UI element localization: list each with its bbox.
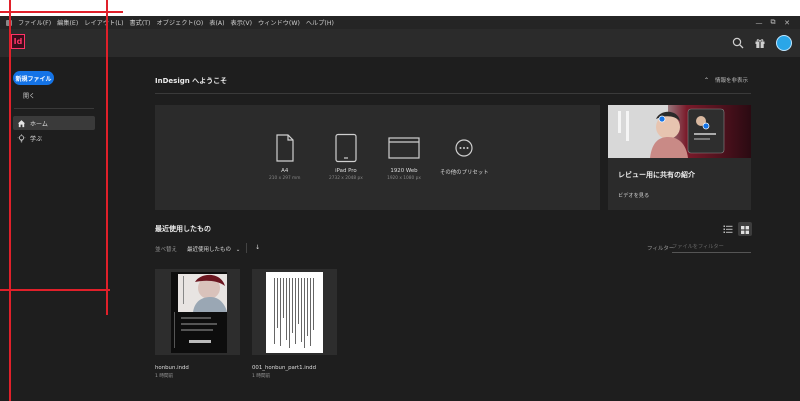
- web-icon: [388, 137, 420, 159]
- preset-panel: [155, 105, 600, 210]
- recent-section-title: 最近使用したもの: [155, 225, 211, 233]
- promo-title: レビュー用に共有の紹介: [618, 171, 695, 179]
- file-name: honbun.indd: [155, 365, 189, 371]
- menu-bar: ファイル(F) 編集(E) レイアウト(L) 書式(T) オブジェクト(O) 表…: [0, 16, 800, 29]
- annotation-line-bottom: [0, 289, 110, 291]
- file-time: 1 時間前: [155, 374, 174, 379]
- gift-icon[interactable]: [754, 37, 766, 49]
- preset-name: A4: [281, 168, 289, 174]
- new-file-button[interactable]: 新規ファイル: [13, 71, 54, 85]
- annotation-line-left: [9, 0, 11, 401]
- file-time: 1 時間前: [252, 374, 271, 379]
- grid-view-icon: [741, 226, 749, 234]
- menu-help[interactable]: ヘルプ(H): [306, 18, 334, 27]
- home-icon: [17, 119, 26, 127]
- file-thumbnail: [266, 272, 323, 353]
- file-thumbnail: [171, 272, 227, 353]
- file-card-honbun-part1[interactable]: 001_honbun_part1.indd 1 時間前: [252, 269, 337, 379]
- sidebar-item-label: 学ぶ: [30, 135, 43, 143]
- hide-info-toggle[interactable]: ⌃ 情報を非表示: [704, 76, 749, 85]
- user-avatar[interactable]: [776, 35, 792, 51]
- chevron-up-icon: ⌃: [704, 76, 710, 84]
- chevron-down-icon: ⌄: [235, 247, 241, 253]
- menu-type[interactable]: 書式(T): [129, 18, 150, 27]
- indesign-home-window: ファイル(F) 編集(E) レイアウト(L) 書式(T) オブジェクト(O) 表…: [0, 0, 800, 401]
- sort-dropdown[interactable]: 最近使用したもの ⌄: [187, 245, 240, 253]
- preset-name: その他のプリセット: [440, 170, 489, 176]
- preset-name: iPad Pro: [335, 168, 357, 174]
- indesign-logo: Id: [11, 34, 25, 49]
- preset-ipad-pro[interactable]: iPad Pro 2732 x 2048 px: [329, 133, 363, 181]
- preset-1920-web[interactable]: 1920 Web 1920 x 1080 px: [387, 133, 421, 181]
- filter-input[interactable]: [672, 242, 751, 253]
- hide-info-label: 情報を非表示: [715, 78, 749, 84]
- sort-direction-button[interactable]: ↓: [255, 244, 260, 251]
- sidebar-item-learn[interactable]: 学ぶ: [13, 131, 95, 145]
- preset-size: 210 x 297 mm: [269, 176, 301, 181]
- menu-object[interactable]: オブジェクト(O): [156, 18, 203, 27]
- minimize-button[interactable]: —: [752, 19, 766, 27]
- annotation-line-right: [106, 0, 108, 315]
- lightbulb-icon: [17, 133, 26, 142]
- file-name: 001_honbun_part1.indd: [252, 365, 317, 371]
- sort-label: 並べ替え: [155, 247, 178, 253]
- restore-button[interactable]: ⧉: [766, 18, 780, 27]
- menu-window[interactable]: ウィンドウ(W): [258, 18, 300, 27]
- tablet-icon: [335, 133, 357, 163]
- sort-value: 最近使用したもの: [187, 247, 232, 253]
- sidebar-divider: [14, 108, 94, 109]
- filter-label: フィルター: [647, 246, 675, 252]
- file-card-honbun[interactable]: honbun.indd 1 時間前: [155, 269, 240, 379]
- sidebar-item-home[interactable]: ホーム: [13, 116, 95, 130]
- preset-size: 2732 x 2048 px: [329, 176, 363, 181]
- page-title: InDesign へようこそ: [155, 77, 228, 85]
- menu-file[interactable]: ファイル(F): [18, 18, 51, 27]
- preset-size: 1920 x 1080 px: [387, 176, 421, 181]
- menu-view[interactable]: 表示(V): [231, 18, 252, 27]
- open-button[interactable]: 開く: [23, 91, 35, 100]
- close-button[interactable]: ✕: [780, 19, 794, 27]
- promo-illustration: [608, 105, 725, 158]
- grid-view-button[interactable]: [738, 222, 752, 236]
- annotation-line-top: [0, 11, 123, 13]
- more-icon: [455, 139, 473, 157]
- menu-table[interactable]: 表(A): [209, 18, 224, 27]
- watch-video-link[interactable]: ビデオを見る: [618, 192, 649, 199]
- search-icon[interactable]: [732, 37, 744, 49]
- preset-more[interactable]: その他のプリセット: [440, 133, 489, 178]
- window-controls: — ⧉ ✕: [752, 16, 794, 29]
- document-icon: [276, 134, 294, 162]
- promo-image: [608, 105, 751, 158]
- sort-divider: [246, 243, 247, 253]
- title-divider: [155, 93, 751, 94]
- preset-a4[interactable]: A4 210 x 297 mm: [269, 133, 300, 181]
- menu-layout[interactable]: レイアウト(L): [84, 18, 123, 27]
- sidebar-item-label: ホーム: [30, 120, 48, 128]
- promo-card[interactable]: レビュー用に共有の紹介 ビデオを見る: [608, 105, 751, 210]
- preset-name: 1920 Web: [390, 168, 418, 174]
- menu-edit[interactable]: 編集(E): [57, 18, 78, 27]
- window-top-edge: [0, 0, 800, 16]
- app-bar: [0, 29, 800, 57]
- list-view-icon[interactable]: [722, 223, 734, 235]
